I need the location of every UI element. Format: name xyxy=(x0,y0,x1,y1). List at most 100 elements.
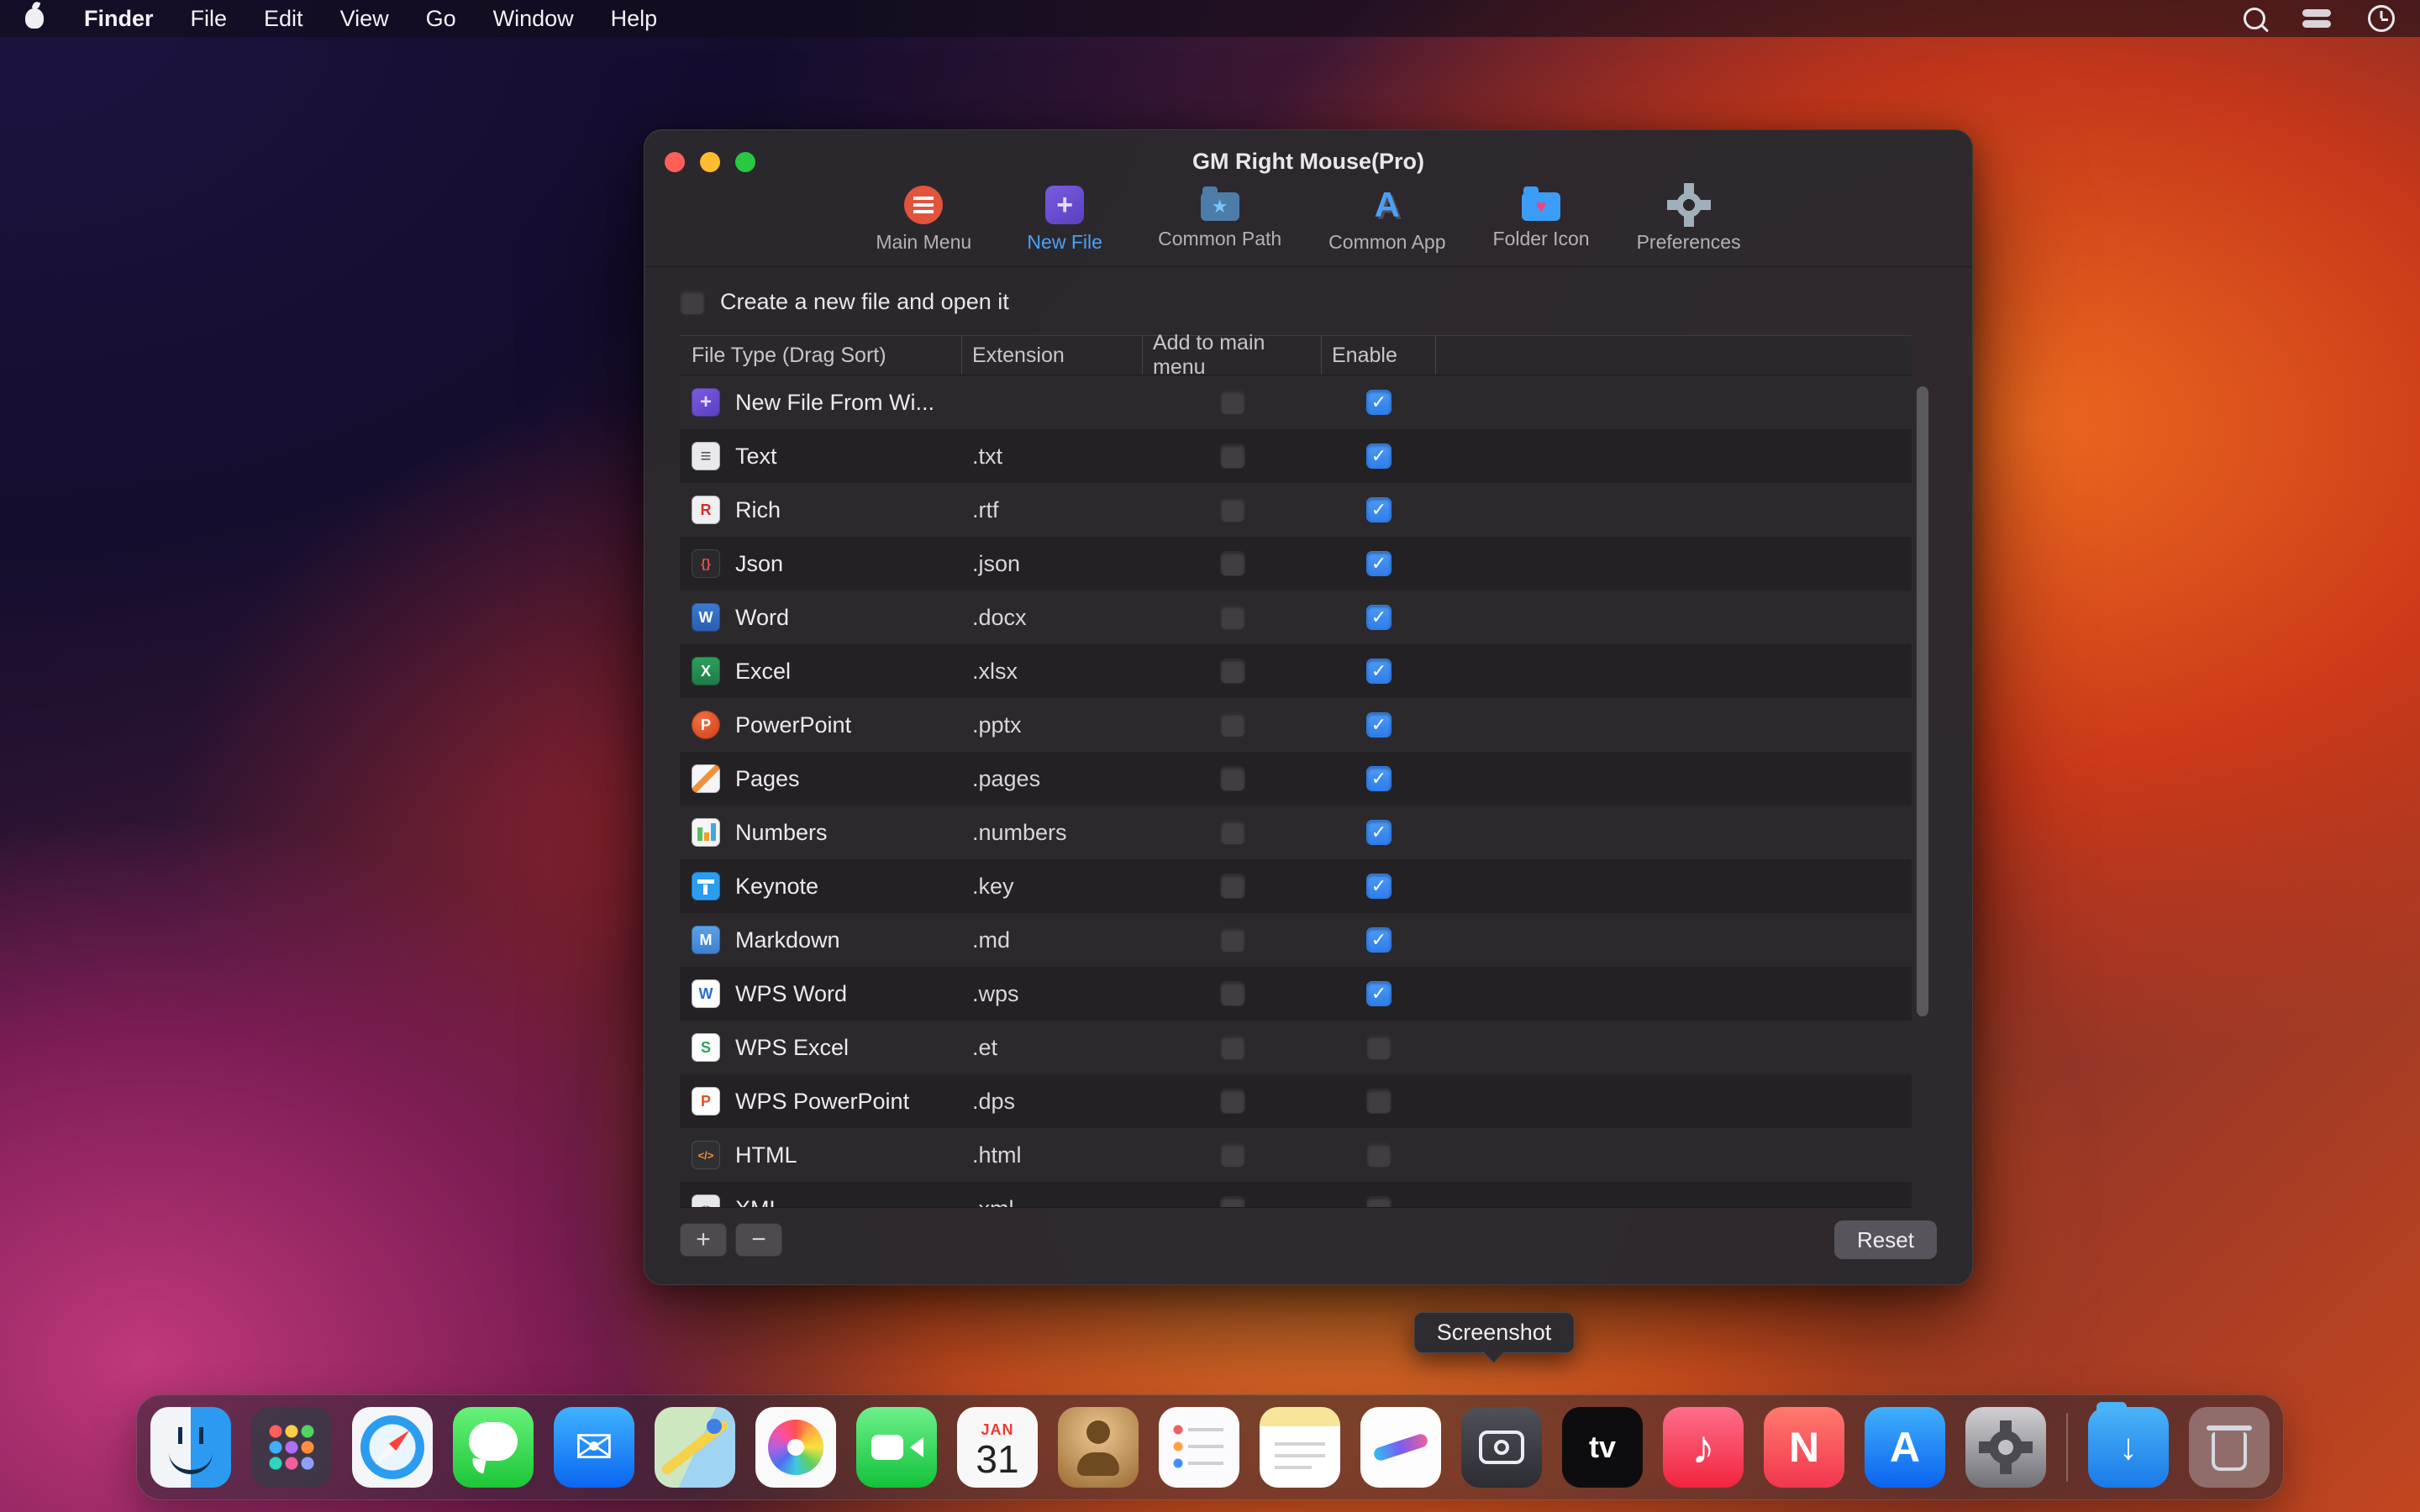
add-to-main-menu-checkbox[interactable] xyxy=(1220,390,1245,415)
add-to-main-menu-checkbox[interactable] xyxy=(1220,605,1245,630)
app-store-dock-icon[interactable]: A xyxy=(1865,1407,1945,1488)
enable-checkbox[interactable] xyxy=(1366,390,1392,415)
add-to-main-menu-checkbox[interactable] xyxy=(1220,1142,1245,1168)
tab-common-path[interactable]: Common Path xyxy=(1158,177,1281,250)
enable-checkbox[interactable] xyxy=(1366,659,1392,684)
add-to-main-menu-checkbox[interactable] xyxy=(1220,497,1245,522)
mail-dock-icon[interactable]: ✉ xyxy=(554,1407,634,1488)
column-header-enable[interactable]: Enable xyxy=(1322,336,1436,375)
column-header-extension[interactable]: Extension xyxy=(962,336,1143,375)
menu-items: Finder File Edit View Go Window Help xyxy=(84,6,657,32)
enable-checkbox[interactable] xyxy=(1366,1142,1392,1168)
enable-checkbox[interactable] xyxy=(1366,605,1392,630)
table-row[interactable]: WPS PowerPoint .dps xyxy=(680,1074,1912,1128)
news-dock-icon[interactable]: N xyxy=(1764,1407,1844,1488)
photos-dock-icon[interactable] xyxy=(755,1407,836,1488)
add-to-main-menu-checkbox[interactable] xyxy=(1220,1035,1245,1060)
table-row[interactable]: New File From Wi... xyxy=(680,375,1912,429)
apple-menu-icon[interactable] xyxy=(25,8,44,29)
reminders-dock-icon[interactable] xyxy=(1159,1407,1239,1488)
downloads-dock-icon[interactable]: ↓ xyxy=(2088,1407,2169,1488)
tab-main-menu[interactable]: Main Menu xyxy=(876,177,971,254)
calendar-dock-icon[interactable]: JAN 31 xyxy=(957,1407,1038,1488)
enable-checkbox[interactable] xyxy=(1366,981,1392,1006)
menubar-item[interactable]: File xyxy=(191,6,228,32)
tab-common-app[interactable]: Common App xyxy=(1328,177,1445,254)
table-row[interactable]: Rich .rtf xyxy=(680,483,1912,537)
column-header-add-to-main-menu[interactable]: Add to main menu xyxy=(1143,336,1322,375)
freeform-dock-icon[interactable] xyxy=(1360,1407,1441,1488)
enable-checkbox[interactable] xyxy=(1366,1196,1392,1208)
enable-checkbox[interactable] xyxy=(1366,551,1392,576)
enable-checkbox[interactable] xyxy=(1366,874,1392,899)
menubar-item[interactable]: Finder xyxy=(84,6,154,32)
screenshot-dock-icon[interactable] xyxy=(1461,1407,1542,1488)
reset-button[interactable]: Reset xyxy=(1834,1221,1937,1259)
enable-checkbox[interactable] xyxy=(1366,497,1392,522)
maps-dock-icon[interactable] xyxy=(655,1407,735,1488)
table-row[interactable]: Json .json xyxy=(680,537,1912,591)
table-row[interactable]: Markdown .md xyxy=(680,913,1912,967)
table-row[interactable]: Text .txt xyxy=(680,429,1912,483)
contacts-dock-icon[interactable] xyxy=(1058,1407,1139,1488)
music-dock-icon[interactable]: ♪ xyxy=(1663,1407,1744,1488)
table-row[interactable]: XML .xml xyxy=(680,1182,1912,1208)
enable-checkbox[interactable] xyxy=(1366,1089,1392,1114)
enable-checkbox[interactable] xyxy=(1366,1035,1392,1060)
scrollbar-thumb[interactable] xyxy=(1917,386,1928,1016)
enable-checkbox[interactable] xyxy=(1366,927,1392,953)
table-row[interactable]: Excel .xlsx xyxy=(680,644,1912,698)
add-to-main-menu-checkbox[interactable] xyxy=(1220,551,1245,576)
notes-dock-icon[interactable] xyxy=(1260,1407,1340,1488)
add-to-main-menu-checkbox[interactable] xyxy=(1220,444,1245,469)
table-row[interactable]: WPS Excel .et xyxy=(680,1021,1912,1074)
file-type-name: WPS Excel xyxy=(735,1035,849,1061)
menubar-item[interactable]: Window xyxy=(493,6,574,32)
table-row[interactable]: Word .docx xyxy=(680,591,1912,644)
add-to-main-menu-checkbox[interactable] xyxy=(1220,981,1245,1006)
table-row[interactable]: HTML .html xyxy=(680,1128,1912,1182)
table-row[interactable]: Keynote .key xyxy=(680,859,1912,913)
spotlight-search-icon[interactable] xyxy=(2244,8,2265,29)
menubar-item[interactable]: View xyxy=(340,6,389,32)
trash-dock-icon[interactable] xyxy=(2189,1407,2270,1488)
finder-dock-icon[interactable] xyxy=(150,1407,231,1488)
tab-new-file[interactable]: New File xyxy=(1018,177,1111,254)
add-to-main-menu-checkbox[interactable] xyxy=(1220,659,1245,684)
extension-value: .pages xyxy=(962,766,1143,792)
menubar-item[interactable]: Edit xyxy=(264,6,303,32)
create-new-file-row[interactable]: Create a new file and open it xyxy=(680,289,1009,315)
column-header-file-type[interactable]: File Type (Drag Sort) xyxy=(680,336,962,375)
control-center-icon[interactable] xyxy=(2302,9,2331,28)
enable-checkbox[interactable] xyxy=(1366,766,1392,791)
safari-dock-icon[interactable] xyxy=(352,1407,433,1488)
add-to-main-menu-checkbox[interactable] xyxy=(1220,712,1245,738)
add-to-main-menu-checkbox[interactable] xyxy=(1220,766,1245,791)
apple-tv-dock-icon[interactable]: tv xyxy=(1562,1407,1643,1488)
table-row[interactable]: PowerPoint .pptx xyxy=(680,698,1912,752)
add-to-main-menu-checkbox[interactable] xyxy=(1220,1196,1245,1208)
enable-checkbox[interactable] xyxy=(1366,444,1392,469)
clock-status-icon[interactable] xyxy=(2368,5,2395,32)
menubar-item[interactable]: Help xyxy=(611,6,658,32)
launchpad-dock-icon[interactable] xyxy=(251,1407,332,1488)
enable-checkbox[interactable] xyxy=(1366,820,1392,845)
extension-value: .dps xyxy=(962,1089,1143,1115)
create-new-file-checkbox[interactable] xyxy=(680,290,705,315)
remove-file-type-button[interactable]: − xyxy=(735,1223,782,1257)
tab-preferences[interactable]: Preferences xyxy=(1637,177,1741,254)
facetime-dock-icon[interactable] xyxy=(856,1407,937,1488)
tab-folder-icon[interactable]: Folder Icon xyxy=(1493,177,1590,250)
add-to-main-menu-checkbox[interactable] xyxy=(1220,1089,1245,1114)
add-to-main-menu-checkbox[interactable] xyxy=(1220,874,1245,899)
table-row[interactable]: WPS Word .wps xyxy=(680,967,1912,1021)
menubar-item[interactable]: Go xyxy=(426,6,456,32)
table-row[interactable]: Numbers .numbers xyxy=(680,806,1912,859)
add-to-main-menu-checkbox[interactable] xyxy=(1220,927,1245,953)
add-to-main-menu-checkbox[interactable] xyxy=(1220,820,1245,845)
messages-dock-icon[interactable] xyxy=(453,1407,534,1488)
table-row[interactable]: Pages .pages xyxy=(680,752,1912,806)
add-file-type-button[interactable]: + xyxy=(680,1223,727,1257)
enable-checkbox[interactable] xyxy=(1366,712,1392,738)
system-settings-dock-icon[interactable] xyxy=(1965,1407,2046,1488)
